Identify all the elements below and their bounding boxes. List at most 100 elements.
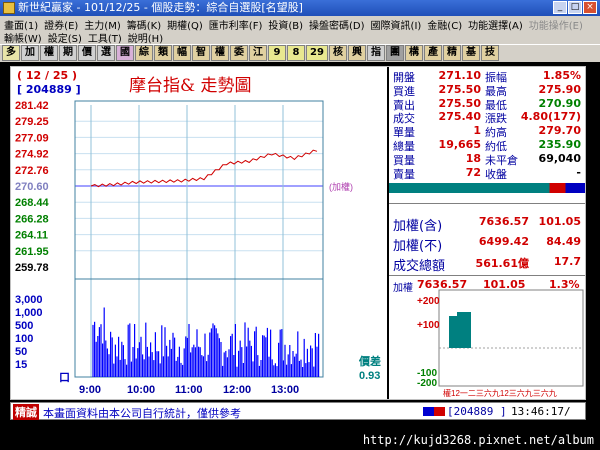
toolbar-button-4[interactable]: 價 <box>78 45 96 61</box>
menu-item-row2-0[interactable]: 輸帳(W) <box>4 30 42 45</box>
quote-value: 275.40 <box>438 110 481 124</box>
toolbar-button-17[interactable]: 核 <box>329 45 347 61</box>
menu-item-6[interactable]: 投資(B) <box>268 17 303 32</box>
menu-item-7[interactable]: 操盤密碼(D) <box>309 17 365 32</box>
quote-row: 買進 275.50 最高 275.90 <box>389 82 585 98</box>
toolbar-button-13[interactable]: 江 <box>249 45 267 61</box>
quote-label: 賣量 <box>393 167 415 181</box>
quote-value: 1.85% <box>542 69 581 82</box>
menu-bar: 畫面(1) 證券(E) 主力(M) 籌碼(K) 期權(Q) 匯市利率(F) 投資(B) 操盤密… <box>0 16 600 45</box>
time-tick-label: 13:00 <box>271 384 299 396</box>
toolbar-button-1[interactable]: 加 <box>21 45 39 61</box>
toolbar-button-9[interactable]: 幅 <box>173 45 191 61</box>
volume-tick-label: 1,000 <box>15 307 43 319</box>
toolbar-button-2[interactable]: 權 <box>40 45 58 61</box>
quote-value: 271.10 <box>438 69 481 82</box>
toolbar: 多加權期價選國綜類幅智權委江 9 8 29 核興指團構產精基技 <box>0 44 600 62</box>
chart-svg: 281.42 279.25 277.09 274.92 272.76 270.60 268.… <box>15 100 381 396</box>
index-row: 成交總額 561.61億 17.7 <box>389 255 585 274</box>
toolbar-button-19[interactable]: 指 <box>367 45 385 61</box>
diff-label: 價差 <box>358 354 381 368</box>
quote-value: 275.90 <box>538 82 581 96</box>
status-time: 13:46:17/ <box>511 405 571 418</box>
quote-value: 270.90 <box>538 96 581 110</box>
menu-item-2[interactable]: 主力(M) <box>84 17 120 32</box>
menu-item-0[interactable]: 畫面(1) <box>4 17 38 32</box>
window-title: 新世紀贏家 - 101/12/25 - 個股走勢：綜合自選股[名望股] <box>18 1 303 14</box>
main-panel: ( 12 / 25 ) [ 204889 ] 摩台指& 走勢圖 281.42 27… <box>10 66 586 400</box>
menu-item-1[interactable]: 證券(E) <box>44 17 78 32</box>
index-row: 加權(含) 7636.57 101.05 <box>389 215 585 234</box>
menu-item-5[interactable]: 匯市利率(F) <box>209 17 263 32</box>
volume-tick-label: 15 <box>15 359 27 371</box>
index-separator <box>389 203 585 204</box>
quote-value: 275.50 <box>438 96 481 110</box>
index-value: 561.61億 <box>475 257 529 270</box>
quote-panel: 開盤 271.10 振幅 1.85% 買進 275.50 最高 275.90 賣出 275.50 最… <box>389 67 585 399</box>
close-icon[interactable]: × <box>583 1 597 14</box>
menu-item-row2-3[interactable]: 說明(H) <box>128 30 163 45</box>
toolbar-button-14[interactable]: 9 <box>268 45 286 61</box>
quote-row: 賣量 72 收盤 - <box>389 165 585 181</box>
toolbar-button-18[interactable]: 興 <box>348 45 366 61</box>
toolbar-button-21[interactable]: 構 <box>405 45 423 61</box>
toolbar-button-20[interactable]: 團 <box>386 45 404 61</box>
app-icon <box>3 2 15 14</box>
status-message: 本畫面資料由本公司自行統計，僅供參考 <box>43 407 241 420</box>
toolbar-button-0[interactable]: 多 <box>2 45 20 61</box>
diff-value: 0.93 <box>359 370 380 382</box>
index-label: 加權(不) <box>393 239 443 254</box>
toolbar-button-12[interactable]: 委 <box>230 45 248 61</box>
time-tick-label: 9:00 <box>79 384 101 396</box>
menu-item-10[interactable]: 功能選擇(A) <box>468 17 523 32</box>
quote-row: 開盤 271.10 振幅 1.85% <box>389 69 585 84</box>
price-tick-label: 268.44 <box>15 197 50 209</box>
mini-index-chart[interactable]: 加權 7636.57 101.05 1.3% +200 +100 -100 -200 權… <box>389 275 585 399</box>
toolbar-button-10[interactable]: 智 <box>192 45 210 61</box>
menu-item-3[interactable]: 籌碼(K) <box>127 17 161 32</box>
volume-tick-label: 3,000 <box>15 294 43 306</box>
mini-bar <box>457 312 471 348</box>
toolbar-button-6[interactable]: 國 <box>116 45 134 61</box>
price-tick-label: 264.11 <box>15 230 48 242</box>
menu-item-4[interactable]: 期權(Q) <box>167 17 203 32</box>
price-tick-label: 274.92 <box>15 149 49 161</box>
menu-item-11[interactable]: 功能操作(E) <box>529 17 583 32</box>
price-tick-label: 266.28 <box>15 213 49 225</box>
mini-tick-label: +200 <box>417 296 440 307</box>
toolbar-button-7[interactable]: 綜 <box>135 45 153 61</box>
toolbar-button-11[interactable]: 權 <box>211 45 229 61</box>
time-tick-label: 10:00 <box>127 384 155 396</box>
menu-item-row2-2[interactable]: 工具(T) <box>88 30 122 45</box>
quote-row: 單量 1 約高 279.70 <box>389 124 585 139</box>
toolbar-button-23[interactable]: 精 <box>443 45 461 61</box>
price-tick-label: 261.95 <box>15 246 49 258</box>
toolbar-button-22[interactable]: 產 <box>424 45 442 61</box>
menu-item-9[interactable]: 金融(C) <box>427 17 462 32</box>
quote-value: - <box>576 165 581 179</box>
quote-value: 18 <box>465 151 481 165</box>
toolbar-button-5[interactable]: 選 <box>97 45 115 61</box>
toolbar-button-25[interactable]: 技 <box>481 45 499 61</box>
mini-tick-label: -200 <box>417 378 437 389</box>
time-tick-label: 11:00 <box>175 384 203 396</box>
index-change: 101.05 <box>538 215 581 228</box>
toolbar-button-15[interactable]: 8 <box>287 45 305 61</box>
time-tick-label: 12:00 <box>223 384 251 396</box>
menu-item-8[interactable]: 國際資訊(I) <box>371 17 422 32</box>
price-tick-label: 270.60 <box>15 181 49 193</box>
quote-label: 收盤 <box>485 167 507 181</box>
toolbar-button-16[interactable]: 29 <box>306 45 328 61</box>
mini-x-labels: 權12一二三六九12三六九三六九 <box>443 388 557 398</box>
maximize-icon[interactable]: □ <box>568 1 582 14</box>
quote-row: 賣出 275.50 最低 270.90 <box>389 96 585 112</box>
minimize-icon[interactable]: _ <box>553 1 567 14</box>
menu-item-row2-1[interactable]: 設定(S) <box>48 30 82 45</box>
price-tick-label: 281.42 <box>15 100 49 112</box>
quote-value: 279.70 <box>538 124 581 138</box>
toolbar-button-24[interactable]: 基 <box>462 45 480 61</box>
intraday-chart[interactable]: ( 12 / 25 ) [ 204889 ] 摩台指& 走勢圖 281.42 27… <box>11 67 387 399</box>
price-tick-label: 272.76 <box>15 165 49 177</box>
toolbar-button-3[interactable]: 期 <box>59 45 77 61</box>
toolbar-button-8[interactable]: 類 <box>154 45 172 61</box>
